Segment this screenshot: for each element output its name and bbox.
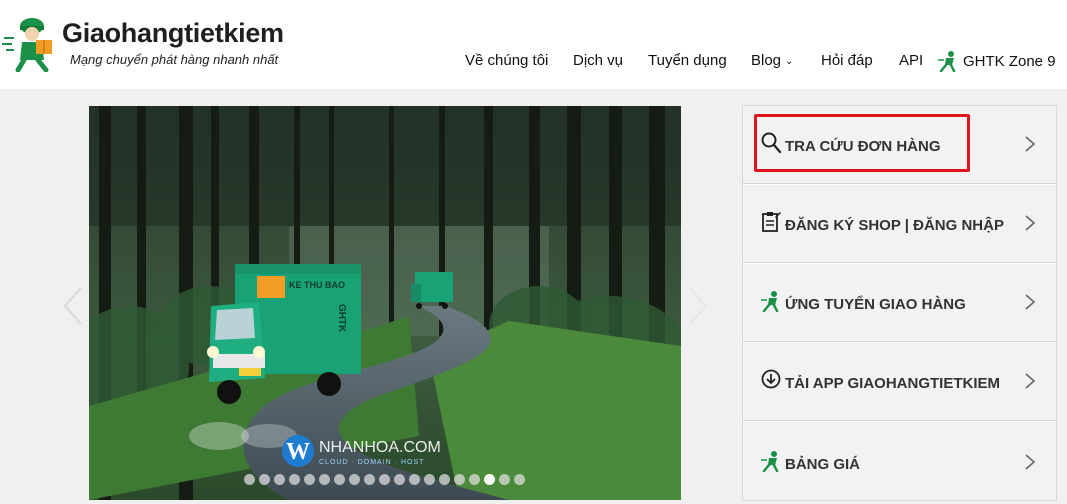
slider-dots [244,474,525,486]
nav-services-label: Dịch vụ [573,52,624,69]
watermark-subtext: CLOUD · DOMAIN · HOST [319,459,424,466]
watermark-letter: W [286,439,310,465]
nav-api[interactable]: API [899,52,923,69]
nav-faq[interactable]: Hỏi đáp [821,52,873,69]
site-header: Giaohangtietkiem Mạng chuyển phát hàng n… [0,0,1067,89]
nav-api-label: API [899,52,924,69]
menu-register-login[interactable]: ĐĂNG KÝ SHOP | ĐĂNG NHẬP [743,185,1056,263]
slider-dot[interactable] [439,474,450,485]
watermark-text: NHANHOA.COM [319,439,441,456]
nav-careers-label: Tuyển dụng [648,52,727,69]
slider-dot[interactable] [394,474,405,485]
search-icon [761,132,781,154]
slider-dot[interactable] [244,474,255,485]
slider-dot[interactable] [334,474,345,485]
menu-register-login-label: ĐĂNG KÝ SHOP | ĐĂNG NHẬP [785,217,1004,234]
slider-dot[interactable] [274,474,285,485]
menu-download-app-label: TẢI APP GIAOHANGTIETKIEM [785,375,1001,392]
quick-menu: TRA CỨU ĐƠN HÀNG ĐĂNG KÝ SHOP | ĐĂNG NHẬ… [742,105,1057,501]
slider-dot[interactable] [514,474,525,485]
menu-price-list-label: BẢNG GIÁ [785,456,860,473]
menu-track-order-label: TRA CỨU ĐƠN HÀNG [785,138,941,155]
watermark-logo: W NHANHOA.COM CLOUD · DOMAIN · HOST [282,435,441,467]
nav-blog[interactable]: Blog ⌄ [751,52,793,69]
chevron-down-icon: ⌄ [785,55,794,67]
slider-dot[interactable] [364,474,375,485]
shipper-icon [761,451,779,472]
chevron-right-icon [1025,136,1036,152]
chevron-right-icon [1025,454,1036,470]
slider-dot[interactable] [289,474,300,485]
slider-dot[interactable] [469,474,480,485]
main-nav: Về chúng tôi Dịch vụ Tuyển dụng Blog ⌄ Hỏ… [0,50,1067,74]
chevron-right-icon[interactable] [686,286,710,326]
shipper-icon [938,51,956,72]
slider-dot[interactable] [409,474,420,485]
hero-slider[interactable]: KE THU BAO GHTK W NHANHOA.COM CLOUD · DO… [89,106,681,500]
slider-dot[interactable] [484,474,495,485]
slider-dot[interactable] [424,474,435,485]
download-icon [761,369,781,389]
nav-faq-label: Hỏi đáp [821,52,873,69]
slider-dot[interactable] [499,474,510,485]
nav-ghtk-zone-label: GHTK Zone 9 [963,53,1056,70]
chevron-left-icon[interactable] [61,286,85,326]
menu-price-list[interactable]: BẢNG GIÁ [743,422,1056,500]
nav-services[interactable]: Dịch vụ [573,52,623,69]
truck-label: KE THU BAO [289,280,345,290]
chevron-right-icon [1025,215,1036,231]
nav-about[interactable]: Về chúng tôi [465,52,548,69]
nav-blog-label: Blog [751,52,782,69]
truck-side-label: GHTK [336,304,347,333]
slider-dot[interactable] [379,474,390,485]
nav-ghtk-zone[interactable]: GHTK Zone 9 [937,50,1056,72]
menu-track-order[interactable]: TRA CỨU ĐƠN HÀNG [743,106,1056,184]
menu-download-app[interactable]: TẢI APP GIAOHANGTIETKIEM [743,343,1056,421]
clipboard-icon [762,212,781,232]
slider-dot[interactable] [454,474,465,485]
slider-dot[interactable] [319,474,330,485]
chevron-right-icon [1025,294,1036,310]
brand-title: Giaohangtietkiem [62,18,284,48]
slider-dot[interactable] [349,474,360,485]
slider-dot[interactable] [304,474,315,485]
chevron-right-icon [1025,373,1036,389]
slider-dot[interactable] [259,474,270,485]
nav-careers[interactable]: Tuyển dụng [648,52,727,69]
shipper-icon [761,291,779,312]
menu-apply-shipper-label: ỨNG TUYỂN GIAO HÀNG [785,296,966,313]
menu-apply-shipper[interactable]: ỨNG TUYỂN GIAO HÀNG [743,264,1056,342]
nav-about-label: Về chúng tôi [465,52,549,69]
